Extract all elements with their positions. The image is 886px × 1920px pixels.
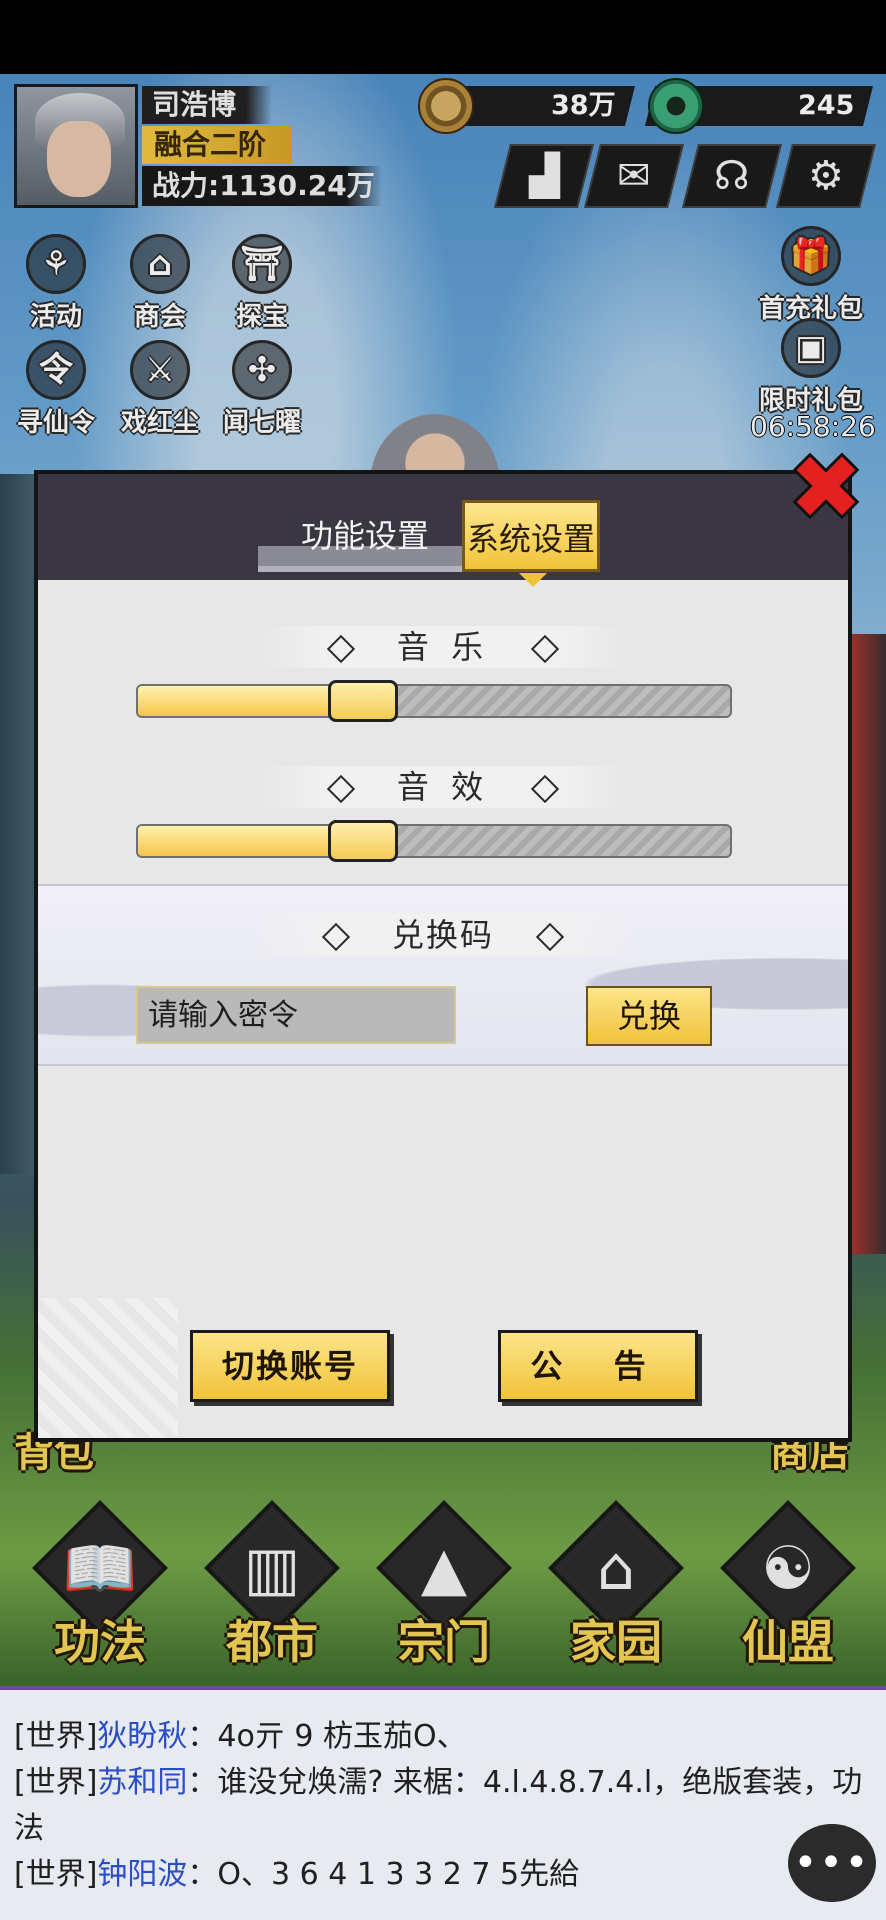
chat-channel: [世界] xyxy=(14,1857,98,1892)
chat-message: [世界]狄盼秋：4o亓 9 枋玉茄O、 xyxy=(14,1714,872,1760)
diamond-left-icon xyxy=(326,634,356,664)
modal-corner-pattern xyxy=(38,1298,178,1438)
chat-message: [世界]钟阳波：O、3 6 4 1 3 3 2 7 5先給 xyxy=(14,1852,872,1898)
chat-channel: [世界] xyxy=(14,1765,98,1800)
tab-function-settings[interactable]: 功能设置 xyxy=(258,500,472,572)
redeem-code-input[interactable] xyxy=(136,986,456,1044)
music-volume-slider[interactable] xyxy=(136,680,732,722)
close-modal-button[interactable]: ✖ xyxy=(786,436,866,539)
sfx-section-title: 音 效 xyxy=(38,766,848,808)
tab-system-settings[interactable]: 系统设置 xyxy=(462,500,600,587)
close-icon: ✖ xyxy=(789,436,863,539)
diamond-right-icon xyxy=(535,922,565,952)
sfx-volume-slider[interactable] xyxy=(136,820,732,862)
chat-channel: [世界] xyxy=(14,1719,98,1754)
diamond-right-icon xyxy=(530,774,560,804)
sfx-slider-knob[interactable] xyxy=(327,820,398,862)
chat-sender[interactable]: 钟阳波 xyxy=(97,1857,187,1892)
chat-sender[interactable]: 狄盼秋 xyxy=(97,1719,187,1754)
sfx-title-band: 音 效 xyxy=(256,766,630,808)
music-title-band: 音 乐 xyxy=(256,626,630,668)
sfx-label: 音 效 xyxy=(396,768,490,806)
music-label: 音 乐 xyxy=(396,628,490,666)
modal-header: 功能设置 系统设置 xyxy=(38,474,848,587)
redeem-section-title: 兑换码 xyxy=(38,914,848,956)
diamond-left-icon xyxy=(321,922,351,952)
diamond-left-icon xyxy=(326,774,356,804)
chat-bubble-button[interactable]: ••• xyxy=(788,1824,876,1902)
music-section-title: 音 乐 xyxy=(38,626,848,668)
status-bar xyxy=(0,0,886,74)
chat-sender[interactable]: 苏和同 xyxy=(97,1765,187,1800)
chat-dots-icon: ••• xyxy=(793,1840,871,1886)
chat-message: [世界]苏和同：谁没兌焕濡? 来椐：4.l.4.8.7.4.l，绝版套装，功法 xyxy=(14,1760,872,1852)
chat-text: ：O、3 6 4 1 3 3 2 7 5先給 xyxy=(187,1857,580,1892)
redeem-title-band: 兑换码 xyxy=(251,914,634,956)
redeem-code-panel: 兑换码 兑换 xyxy=(38,884,848,1066)
redeem-button[interactable]: 兑换 xyxy=(586,986,712,1046)
redeem-label: 兑换码 xyxy=(391,916,494,954)
diamond-right-icon xyxy=(530,634,560,664)
settings-modal: 功能设置 系统设置 音 乐 音 效 兑换码 兑换 切换账号 公 告 xyxy=(34,470,852,1442)
switch-account-button[interactable]: 切换账号 xyxy=(190,1330,390,1402)
music-slider-knob[interactable] xyxy=(327,680,398,722)
notice-button[interactable]: 公 告 xyxy=(498,1330,698,1402)
chat-text: ：4o亓 9 枋玉茄O、 xyxy=(187,1719,467,1754)
world-chat[interactable]: [世界]狄盼秋：4o亓 9 枋玉茄O、 [世界]苏和同：谁没兌焕濡? 来椐：4.… xyxy=(0,1686,886,1920)
